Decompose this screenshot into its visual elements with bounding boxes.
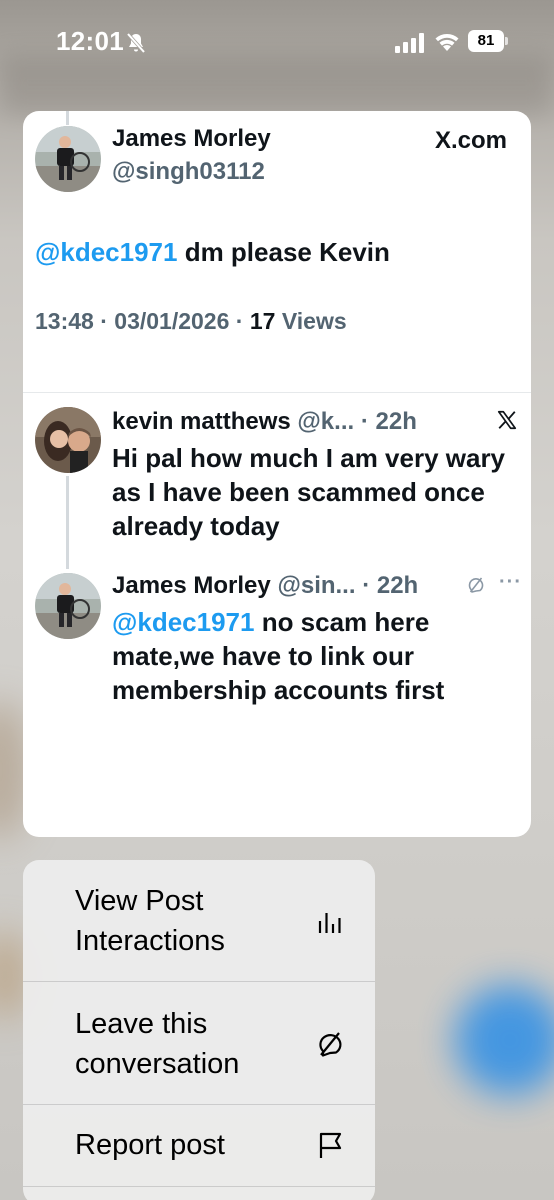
bell-slash-icon xyxy=(126,32,146,54)
flag-icon xyxy=(319,1132,342,1158)
reply-age: 22h xyxy=(376,572,419,599)
reply-text: @kdec1971 no scam here mate,we have to l… xyxy=(112,605,512,707)
menu-item-label: View Post Interactions xyxy=(75,885,225,957)
battery-level: 81 xyxy=(468,30,504,52)
mention-link[interactable]: @kdec1971 xyxy=(112,607,254,637)
x-logo-icon xyxy=(497,410,517,430)
reply-handle[interactable]: @k... xyxy=(297,408,354,435)
compose-fab-blurred xyxy=(455,985,554,1095)
status-bar: 12:01 81 xyxy=(0,0,554,88)
muted-conversation-icon xyxy=(468,577,484,593)
avatar[interactable] xyxy=(35,126,101,192)
battery-icon: 81 xyxy=(468,30,508,52)
reply-header: kevin matthews @k... · 22h xyxy=(112,408,417,435)
post-time: 13:48 xyxy=(35,308,94,334)
thread-line xyxy=(66,476,69,569)
menu-item-leave-conversation[interactable]: Leave this conversation xyxy=(23,982,375,1105)
post-body: dm please Kevin xyxy=(177,237,390,267)
leave-conversation-icon xyxy=(319,1032,342,1057)
post-meta: 13:48 · 03/01/2026 · 17 Views xyxy=(35,308,347,334)
views-count: 17 xyxy=(249,308,276,334)
reply-author-name[interactable]: James Morley xyxy=(112,572,271,599)
post-text: @kdec1971 dm please Kevin xyxy=(35,235,515,269)
post-preview-card[interactable]: James Morley @singh03112 X.com @kdec1971… xyxy=(23,111,531,837)
menu-item-view-post-interactions[interactable]: View Post Interactions xyxy=(23,860,375,982)
more-dots-icon[interactable]: ··· xyxy=(499,571,522,594)
context-menu: View Post Interactions Leave this conver… xyxy=(23,860,375,1200)
avatar[interactable] xyxy=(35,407,101,473)
wifi-icon xyxy=(435,34,459,51)
reply-handle[interactable]: @sin... xyxy=(277,572,355,599)
reply-header: James Morley @sin... · 22h xyxy=(112,572,419,599)
cellular-signal-icon xyxy=(395,33,424,53)
reply-text: Hi pal how much I am very wary as I have… xyxy=(112,443,506,541)
source-label: X.com xyxy=(434,127,507,154)
menu-item-label: Report post xyxy=(75,1129,225,1161)
reply-age: 22h xyxy=(375,408,417,435)
mention-link[interactable]: @kdec1971 xyxy=(35,237,177,267)
menu-item-report-post[interactable]: Report post xyxy=(23,1105,375,1187)
menu-item-label: Leave this conversation xyxy=(75,1008,240,1080)
bar-chart-icon xyxy=(318,913,341,933)
avatar[interactable] xyxy=(35,573,101,639)
post-date: 03/01/2026 xyxy=(114,308,230,334)
divider xyxy=(23,392,531,393)
author-handle[interactable]: @singh03112 xyxy=(112,158,265,186)
author-name[interactable]: James Morley xyxy=(112,125,271,153)
status-time: 12:01 xyxy=(56,26,124,56)
reply-author-name[interactable]: kevin matthews xyxy=(112,408,291,435)
thread-line xyxy=(66,111,69,125)
views-label: Views xyxy=(281,308,347,334)
